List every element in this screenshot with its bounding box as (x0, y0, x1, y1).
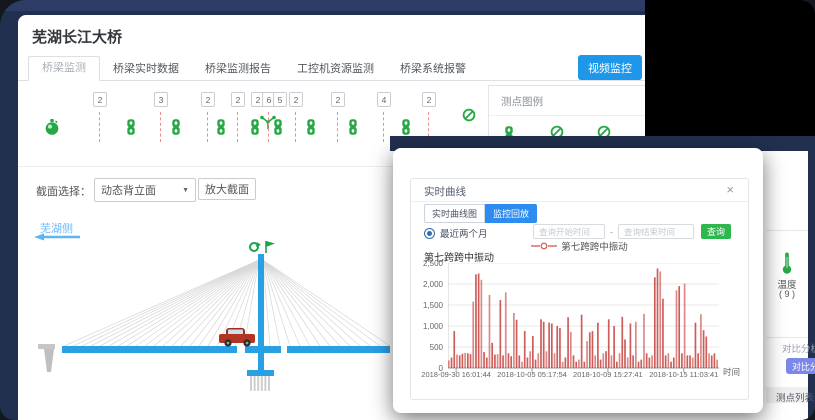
bridge-schematic (18, 240, 390, 420)
radio-icon[interactable] (424, 228, 435, 239)
curve-popup-window: 实时曲线 × 实时曲线图监控回放 最近两个月 - 查询 第七跨跨中振动 第七跨跨… (393, 148, 763, 413)
sensor-count-badge[interactable]: 2 (93, 92, 107, 107)
x-tick-label: 2018-10-15 11:03:41 (639, 370, 729, 379)
sensor-dash-line (383, 112, 384, 142)
chart-plot (448, 263, 719, 375)
sensor-dash-line (207, 112, 208, 142)
range-separator: - (610, 227, 613, 237)
chain-icon[interactable] (347, 118, 359, 141)
query-end-time-input[interactable] (618, 224, 694, 239)
section-select-dropdown[interactable]: 动态背立面 ▼ (94, 178, 196, 202)
caret-down-icon: ▼ (182, 187, 189, 194)
modal-title: 实时曲线 (424, 184, 466, 199)
sensor-dash-line (337, 112, 338, 142)
main-tabbar: 桥梁监测桥梁实时数据桥梁监测报告工控机资源监测桥梁系统报警 (28, 57, 479, 81)
section-select-value: 动态背立面 (101, 182, 156, 198)
radio-label: 最近两个月 (440, 226, 488, 240)
query-start-time-input[interactable] (533, 224, 605, 239)
sidebar-divider (766, 230, 808, 231)
page-title: 芜湖长江大桥 (32, 26, 122, 47)
legend-panel-title: 测点图例 (501, 94, 543, 109)
legend-marker-icon (531, 242, 557, 250)
stopwatch-icon[interactable] (44, 118, 60, 141)
sensor-count-badge[interactable]: 2 (331, 92, 345, 107)
y-tick-label: 1,500 (411, 301, 443, 310)
main-tab-0[interactable]: 桥梁监测 (28, 56, 100, 81)
temperature-count: ( 9 ) (766, 289, 808, 299)
compare-analysis-button[interactable]: 对比分析 (786, 358, 815, 374)
compare-analysis-label: 对比分析 (782, 341, 815, 355)
video-monitor-button[interactable]: 视频监控 (578, 55, 642, 80)
enlarge-section-button[interactable]: 放大截面 (198, 178, 256, 200)
chain-icon[interactable] (215, 118, 227, 141)
y-tick-label: 2,000 (411, 280, 443, 289)
sensor-count-badge[interactable]: 2 (289, 92, 303, 107)
modal-tabbar: 实时曲线图监控回放 (424, 204, 537, 223)
sensor-count-badge[interactable]: 2 (231, 92, 245, 107)
main-tab-3[interactable]: 工控机资源监测 (284, 58, 387, 81)
modal-header: 实时曲线 × (411, 179, 748, 202)
sensor-count-badge[interactable]: 3 (154, 92, 168, 107)
legend-label: 第七跨跨中振动 (561, 239, 628, 253)
y-tick-label: 2,500 (411, 259, 443, 268)
section-select-label: 截面选择： (36, 183, 91, 199)
right-sidebar-sliver: 温度 ( 9 ) 对比分析 对比分析 测点列表 (766, 150, 808, 420)
recent-two-months-radio[interactable]: 最近两个月 (424, 226, 488, 240)
y-tick-label: 500 (411, 343, 443, 352)
x-axis-name: 时间 (723, 366, 740, 378)
sidebar-divider (766, 337, 808, 338)
chain-icon[interactable] (272, 118, 284, 141)
chain-icon[interactable] (170, 118, 182, 141)
y-tick-label: 1,000 (411, 322, 443, 331)
sensor-dash-line (295, 112, 296, 142)
sensor-dash-line (237, 112, 238, 142)
sensor-count-badge[interactable]: 2 (422, 92, 436, 107)
close-icon[interactable]: × (720, 182, 740, 197)
sensor-count-badge[interactable]: 4 (377, 92, 391, 107)
main-tab-2[interactable]: 桥梁监测报告 (192, 58, 284, 81)
sensor-count-badge[interactable]: 2 (201, 92, 215, 107)
main-tab-4[interactable]: 桥梁系统报警 (387, 58, 479, 81)
app-canvas: 芜湖长江大桥 桥梁监测桥梁实时数据桥梁监测报告工控机资源监测桥梁系统报警 视频监… (0, 0, 815, 420)
chain-icon[interactable] (125, 118, 137, 141)
ban-icon[interactable] (462, 108, 476, 127)
modal-tab-0[interactable]: 实时曲线图 (424, 204, 485, 223)
sensor-dash-line (99, 112, 100, 142)
point-list-bar[interactable]: 测点列表 (766, 387, 808, 403)
black-overlay (645, 0, 815, 144)
thermometer-icon[interactable] (780, 251, 794, 280)
sensor-count-badge[interactable]: 5 (273, 92, 287, 107)
main-tab-1[interactable]: 桥梁实时数据 (100, 58, 192, 81)
chain-icon[interactable] (305, 118, 317, 141)
sensor-dash-line (268, 112, 269, 142)
sensor-dash-line (160, 112, 161, 142)
query-button[interactable]: 查询 (701, 224, 731, 239)
point-list-label: 测点列表 (776, 390, 814, 404)
realtime-curve-modal: 实时曲线 × 实时曲线图监控回放 最近两个月 - 查询 第七跨跨中振动 第七跨跨… (410, 178, 749, 400)
modal-tab-1[interactable]: 监控回放 (485, 204, 537, 223)
